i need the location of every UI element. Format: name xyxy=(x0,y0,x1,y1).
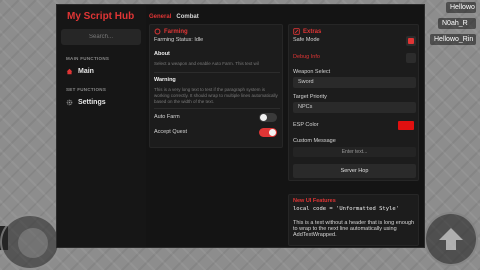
safe-mode-label: Safe Mode xyxy=(293,37,320,43)
esp-color-label: ESP Color xyxy=(293,122,319,128)
gear-icon xyxy=(66,99,73,105)
circle-icon xyxy=(154,28,161,35)
new-features-title: New UI Features xyxy=(293,198,336,204)
farming-panel: Farming Farming Status: Idle About Selec… xyxy=(149,24,283,148)
warning-heading: Warning xyxy=(154,77,176,83)
arrow-up-icon xyxy=(439,228,463,250)
custom-message-label: Custom Message xyxy=(293,138,336,144)
accept-quest-toggle[interactable] xyxy=(259,128,277,137)
extras-header: Extras xyxy=(293,28,321,35)
sidebar-item-label: Settings xyxy=(78,98,106,106)
player-tag: Hellowo_Rin xyxy=(430,34,476,45)
sidebar-item-main[interactable]: Main xyxy=(57,64,146,78)
auto-farm-label: Auto Farm xyxy=(154,114,180,120)
weapon-select-label: Weapon Select xyxy=(293,69,331,75)
sidebar-item-settings[interactable]: Settings xyxy=(57,95,146,109)
app-title: My Script Hub xyxy=(67,11,135,22)
search-input[interactable] xyxy=(61,29,141,45)
section-header-main: MAIN FUNCTIONS xyxy=(66,56,110,61)
sidebar-item-label: Main xyxy=(78,67,94,75)
jump-button[interactable] xyxy=(424,212,478,266)
custom-message-input[interactable] xyxy=(293,147,416,157)
edit-icon xyxy=(293,28,300,35)
player-tag: N0ah_R xyxy=(438,18,476,29)
section-header-settings: SET FUNCTIONS xyxy=(66,87,107,92)
divider xyxy=(154,108,280,109)
joystick-thumb[interactable] xyxy=(18,228,48,258)
farming-header: Farming xyxy=(154,28,188,35)
server-hop-button[interactable]: Server Hop xyxy=(293,164,416,178)
code-snippet: local code = 'Unformatted Style' xyxy=(293,206,399,212)
farming-title: Farming xyxy=(164,28,188,35)
about-text: Select a weapon and enable Auto Farm. Th… xyxy=(154,61,259,66)
safe-mode-checkbox[interactable] xyxy=(406,36,416,46)
esp-color-swatch[interactable] xyxy=(398,121,414,130)
extras-title: Extras xyxy=(303,28,322,35)
player-tag: Hellowo xyxy=(446,2,476,13)
script-hub-window: My Script Hub MAIN FUNCTIONS Main SET FU… xyxy=(56,4,425,248)
tab-bar: General Combat xyxy=(149,14,199,20)
extras-panel: Extras Safe Mode Debug Info Weapon Selec… xyxy=(288,24,419,181)
new-features-panel: New UI Features local code = 'Unformatte… xyxy=(288,194,419,246)
target-priority-dropdown[interactable]: NPCs xyxy=(293,102,416,113)
accept-quest-label: Accept Quest xyxy=(154,129,188,135)
wrapped-text: This is a text without a header that is … xyxy=(293,220,415,238)
movement-joystick[interactable] xyxy=(0,214,60,270)
debug-info-checkbox[interactable] xyxy=(406,53,416,63)
weapon-select-dropdown[interactable]: Sword xyxy=(293,77,416,88)
target-priority-label: Target Priority xyxy=(293,94,327,100)
farming-status: Farming Status: Idle xyxy=(154,37,204,43)
about-heading: About xyxy=(154,51,170,57)
tab-combat[interactable]: Combat xyxy=(176,14,198,20)
home-icon xyxy=(66,68,73,74)
warning-text: This is a very long text to test if the … xyxy=(154,87,278,104)
tab-general[interactable]: General xyxy=(149,14,171,20)
divider xyxy=(154,72,280,73)
debug-info-label: Debug Info xyxy=(293,54,320,60)
auto-farm-toggle[interactable] xyxy=(259,113,277,122)
sidebar: My Script Hub MAIN FUNCTIONS Main SET FU… xyxy=(57,5,146,247)
